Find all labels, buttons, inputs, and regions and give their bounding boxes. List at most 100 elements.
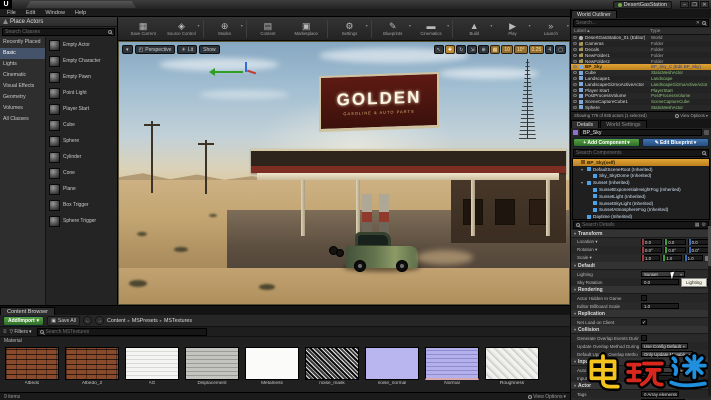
rotate-tool-icon[interactable]: ↻ — [456, 45, 466, 54]
visibility-eye-icon[interactable] — [573, 94, 577, 97]
tree-caret-icon[interactable]: ▾ — [581, 167, 585, 172]
category-geometry[interactable]: Geometry — [0, 92, 45, 103]
toolbar-launch[interactable]: »Launch▾ — [532, 18, 570, 40]
outliner-row-decals[interactable]: DecalsFolder — [571, 47, 711, 53]
section-header-collision[interactable]: ▾Collision — [571, 326, 711, 334]
viewport[interactable]: GOLDEN GASOLINE & AUTO PARTS ▾ ◰Perspect… — [118, 41, 570, 305]
breadcrumb-mstextures[interactable]: MSTextures — [164, 318, 192, 324]
spin-editor-billboard-scale[interactable]: 1.0 — [641, 303, 679, 309]
x-value-field[interactable]: 1.0 — [641, 255, 660, 261]
tab-world-outliner[interactable]: World Outliner — [571, 10, 617, 18]
outliner-view-options-button[interactable]: View Options ▾ — [675, 113, 708, 118]
grid-snap-value[interactable]: 10 — [501, 45, 513, 54]
content-search-input[interactable]: Search MSTextures — [37, 328, 207, 336]
place-item-empty-pawn[interactable]: Empty Pawn — [46, 69, 117, 85]
place-item-empty-character[interactable]: Empty Character — [46, 53, 117, 69]
asset-displacement[interactable]: Displacement — [184, 347, 240, 390]
place-actors-search[interactable]: Search Classes — [2, 28, 115, 36]
sources-panel-toggle-icon[interactable]: ≡ — [3, 329, 7, 335]
filters-button[interactable]: ▽Filters▾ — [10, 329, 32, 335]
viewport-options-button[interactable]: ▾ — [122, 45, 133, 54]
toolbar-settings[interactable]: ⚙Settings▾ — [330, 18, 368, 40]
place-item-point-light[interactable]: Point Light — [46, 85, 117, 101]
breadcrumb-content[interactable]: Content — [107, 318, 126, 324]
component-bp-sky-self[interactable]: ▾BP_Sky(self) — [573, 159, 709, 166]
checkbox-actor-hidden-in-game[interactable] — [641, 295, 647, 301]
z-value-field[interactable]: 1.0 — [684, 255, 703, 261]
details-view-options-icon[interactable]: ⚙ — [702, 222, 706, 228]
gizmo-x-axis[interactable] — [247, 70, 256, 75]
asset-albedo-2[interactable]: Albedo_2 — [64, 347, 120, 390]
breadcrumb-mspresets[interactable]: MSPresets — [132, 318, 158, 324]
visibility-eye-icon[interactable] — [573, 89, 577, 92]
back-button[interactable]: ← — [83, 316, 92, 325]
perspective-button[interactable]: ◰Perspective — [135, 45, 176, 54]
visibility-eye-icon[interactable] — [573, 54, 577, 57]
dropdown-lighting[interactable]: Sunset▾ — [641, 271, 685, 277]
x-value-field[interactable]: 0.0 — [641, 239, 662, 245]
component-sunsetskylight-inherited[interactable]: SunsetSkyLight (Inherited) — [573, 200, 709, 207]
maximize-button[interactable]: ❒ — [690, 1, 699, 8]
lock-icon[interactable] — [704, 130, 709, 135]
category-recently-placed[interactable]: Recently Placed — [0, 37, 45, 48]
select-tool-icon[interactable]: ↖ — [434, 45, 444, 54]
asset-ao[interactable]: AO — [124, 347, 180, 390]
tab-details[interactable]: Details — [571, 120, 599, 128]
visibility-eye-icon[interactable] — [573, 42, 577, 45]
scale-snap-value[interactable]: 0.25 — [529, 45, 545, 54]
clear-search-icon[interactable]: ✕ — [696, 20, 700, 26]
component-daytime-inherited[interactable]: Daytime (Inherited) — [573, 213, 709, 220]
show-button[interactable]: Show — [199, 45, 220, 54]
visibility-eye-icon[interactable] — [573, 106, 577, 109]
outliner-row-bp-sky[interactable]: BP_SkyBP_Sky_C (Edit BP_Sky) — [571, 64, 711, 70]
save-all-button[interactable]: ▣Save All — [47, 316, 80, 326]
toolbar-content[interactable]: ▤Content — [249, 18, 287, 40]
outliner-row-sphere[interactable]: SphereStaticMeshActor — [571, 105, 711, 111]
add-component-button[interactable]: + Add Component▾ — [573, 138, 640, 147]
category-cinematic[interactable]: Cinematic — [0, 70, 45, 81]
asset-roughness[interactable]: Roughness — [484, 347, 540, 390]
place-item-cube[interactable]: Cube — [46, 117, 117, 133]
toolbar-marketplace[interactable]: ▣Marketplace — [287, 18, 325, 40]
forward-button[interactable]: → — [95, 316, 104, 325]
category-volumes[interactable]: Volumes — [0, 103, 45, 114]
visibility-eye-icon[interactable] — [573, 100, 577, 103]
menu-edit[interactable]: Edit — [22, 10, 39, 16]
lit-button[interactable]: ☀Lit — [177, 45, 197, 54]
menu-file[interactable]: File — [3, 10, 20, 16]
move-tool-icon[interactable]: ✚ — [445, 45, 455, 54]
transform-gizmo[interactable] — [211, 62, 255, 82]
place-item-cylinder[interactable]: Cylinder — [46, 149, 117, 165]
category-visual-effects[interactable]: Visual Effects — [0, 81, 45, 92]
outliner-row-player-start[interactable]: Player StartPlayerStart — [571, 87, 711, 93]
place-item-sphere[interactable]: Sphere — [46, 133, 117, 149]
section-header-default[interactable]: ▾Default — [571, 262, 711, 270]
project-name-button[interactable]: DesertGasStation — [613, 1, 672, 9]
outliner-row-landscape1[interactable]: Landscape1Landscape — [571, 76, 711, 82]
category-all-classes[interactable]: All Classes — [0, 114, 45, 125]
outliner-search-input[interactable]: Search... ✕ — [573, 19, 709, 27]
details-search-input[interactable]: Search Details ▦ ⚙ — [573, 221, 709, 229]
section-header-rendering[interactable]: ▾Rendering — [571, 286, 711, 294]
outliner-row-cube[interactable]: CubeStaticMeshActor — [571, 70, 711, 76]
menu-help[interactable]: Help — [71, 10, 90, 16]
minimize-button[interactable]: – — [680, 1, 689, 8]
toolbar-play[interactable]: ▶Play▾ — [493, 18, 531, 40]
outliner-row-newfolder2[interactable]: NewFolder2Folder — [571, 58, 711, 64]
column-label[interactable]: Label ▴ — [574, 29, 650, 34]
tab-content-browser[interactable]: Content Browser — [0, 307, 55, 315]
category-lights[interactable]: Lights — [0, 59, 45, 70]
y-value-field[interactable]: 0.0° — [664, 247, 685, 253]
asset-noise-normal[interactable]: noise_normal — [364, 347, 420, 390]
toolbar-build[interactable]: ▲Build▾ — [455, 18, 493, 40]
section-header-replication[interactable]: ▾Replication — [571, 310, 711, 318]
asset-albedo[interactable]: Albedo — [4, 347, 60, 390]
z-value-field[interactable]: 0.0 — [688, 239, 709, 245]
visibility-eye-icon[interactable] — [573, 65, 577, 68]
component-sunsetexponentialheightfog-inherited[interactable]: SunsetExponentialHeightFog (Inherited) — [573, 186, 709, 193]
place-item-empty-actor[interactable]: Empty Actor — [46, 37, 117, 53]
spin-sky-rotation[interactable]: 0.0 — [641, 279, 679, 285]
cb-view-options-button[interactable]: View Options▾ — [528, 394, 566, 400]
add-import-button[interactable]: Add/Import▾ — [3, 316, 44, 326]
component-sunsetlight-inherited[interactable]: SunsetLight (Inherited) — [573, 193, 709, 200]
